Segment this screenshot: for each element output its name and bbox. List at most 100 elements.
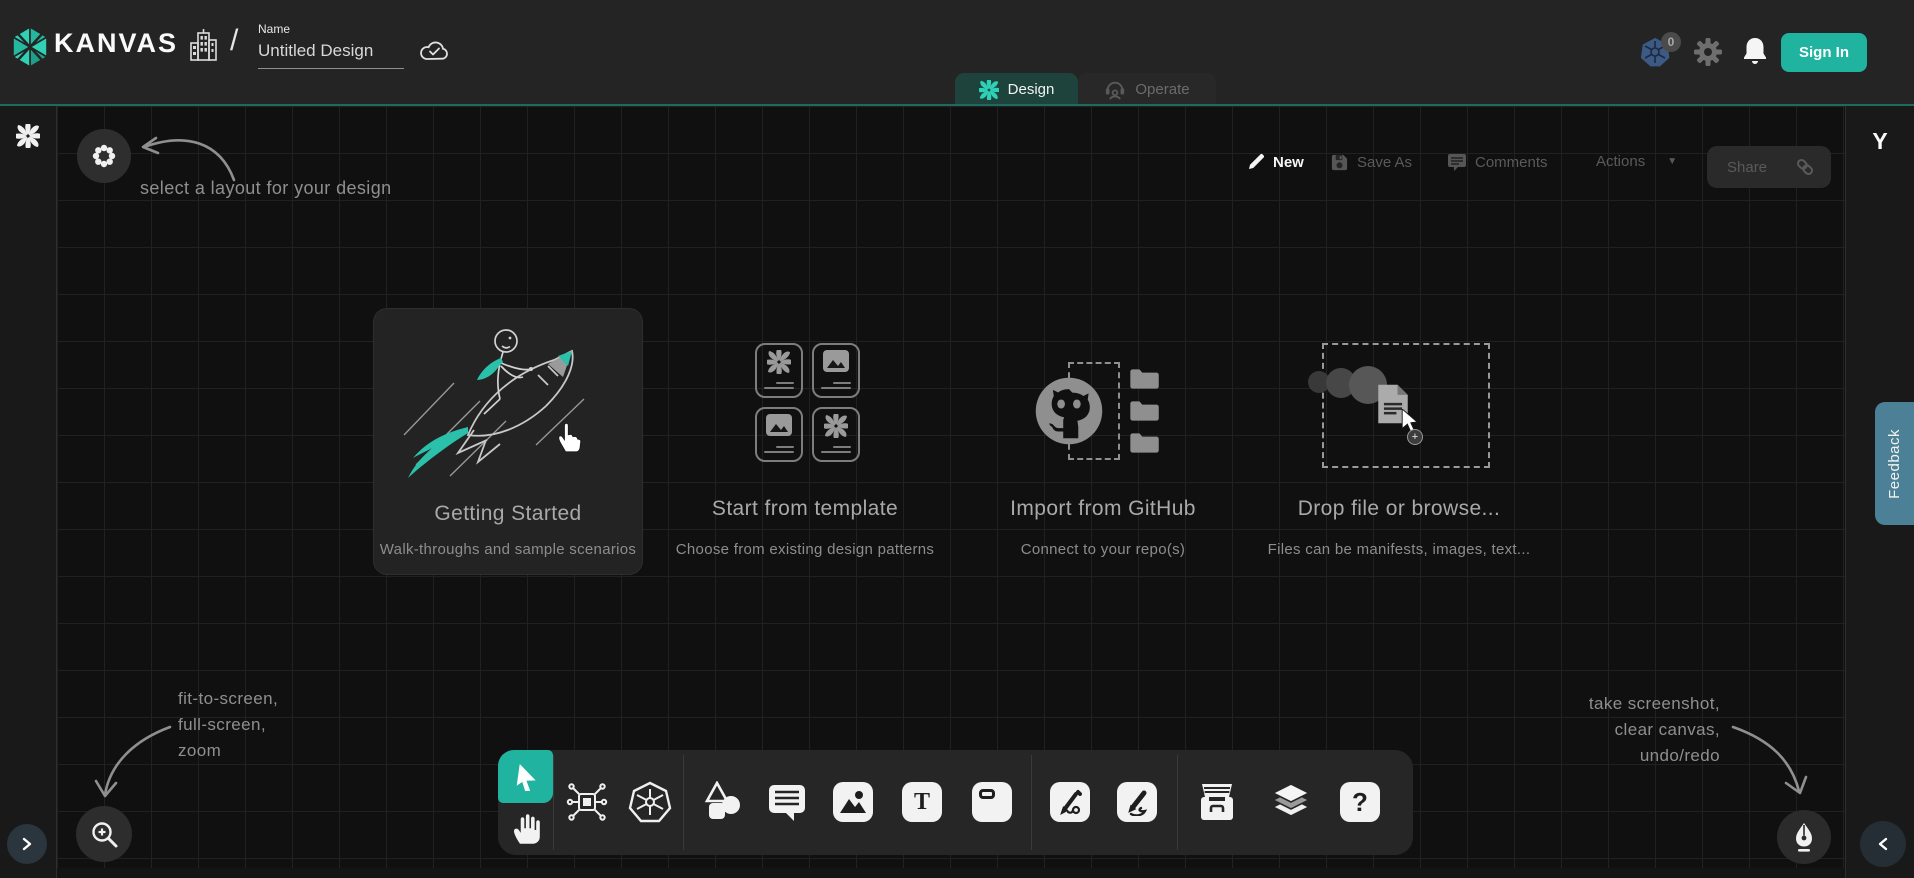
actions-dropdown[interactable]: Actions ▼ (1596, 153, 1677, 170)
shapes-icon (701, 781, 743, 823)
save-icon (1330, 153, 1349, 172)
screenshot-hint-arrow (1725, 715, 1815, 805)
sidebar-pinwheel-icon[interactable] (16, 124, 40, 148)
chevron-right-icon (20, 837, 34, 851)
tool-palette: T (498, 750, 1413, 855)
toolbar-separator (553, 755, 554, 850)
image-icon (766, 414, 792, 436)
layout-hint-arrow (128, 112, 248, 192)
pinwheel-icon (767, 350, 791, 374)
text-tool-icon: T (902, 782, 942, 822)
name-field-label: Name (258, 22, 404, 36)
repo-folder-icon (1128, 368, 1162, 390)
repo-folder-icon (1128, 432, 1162, 454)
getting-started-card[interactable]: Getting Started Walk-throughs and sample… (373, 308, 643, 575)
toolbar-separator (1031, 755, 1032, 850)
hand-icon (510, 809, 542, 845)
mode-tabs: Design Operate (955, 73, 1216, 106)
brand-name: KANVAS (54, 28, 178, 59)
select-tool[interactable] (498, 750, 553, 803)
shapes-tool[interactable] (700, 780, 744, 824)
template-subtitle: Choose from existing design patterns (655, 541, 955, 558)
breadcrumb-separator: / (230, 24, 238, 58)
sign-in-button[interactable]: Sign In (1781, 33, 1867, 72)
notification-count-badge: 0 (1661, 32, 1681, 52)
left-sidebar (0, 106, 57, 878)
image-icon (823, 350, 849, 372)
template-title[interactable]: Start from template (655, 497, 955, 521)
hand-cursor-icon (556, 421, 582, 453)
help-tool[interactable]: ? (1338, 780, 1382, 824)
text-tool[interactable]: T (900, 780, 944, 824)
cloud-saved-icon (418, 38, 450, 62)
template-thumb (812, 343, 860, 398)
layout-flower-icon (90, 142, 118, 170)
screenshot-hint-text: take screenshot, clear canvas, undo/redo (1420, 691, 1720, 769)
pinwheel-icon (824, 414, 848, 438)
new-button[interactable]: New (1247, 153, 1304, 171)
pencil-tool-icon (1117, 782, 1157, 822)
chevron-left-icon (1876, 837, 1890, 851)
pen-tool-icon (1050, 782, 1090, 822)
layout-selector-button[interactable] (77, 129, 131, 183)
toolbar-separator (1177, 755, 1178, 850)
image-tool[interactable] (831, 780, 875, 824)
pan-tool[interactable] (507, 806, 545, 848)
image-tool-icon (833, 782, 873, 822)
magnifier-plus-icon (89, 819, 119, 849)
archive-box-icon (1195, 782, 1239, 822)
architecture-tool[interactable] (565, 780, 609, 824)
zoom-button[interactable] (76, 806, 132, 862)
github-subtitle: Connect to your repo(s) (953, 541, 1253, 558)
drop-title[interactable]: Drop file or browse... (1249, 497, 1549, 521)
kanvas-app: KANVAS / Name (0, 0, 1914, 878)
archive-tool[interactable] (1195, 780, 1239, 824)
pen-nib-icon (1790, 822, 1818, 852)
pencil-tool[interactable] (1115, 780, 1159, 824)
note-tool[interactable] (970, 780, 1014, 824)
design-tab-icon (979, 80, 999, 100)
operate-tab-icon (1104, 79, 1126, 101)
app-header: KANVAS / Name (0, 0, 1914, 106)
plus-badge-icon: + (1407, 429, 1423, 445)
design-name-field: Name (258, 22, 404, 69)
organization-icon[interactable] (188, 28, 218, 64)
right-sidebar-logo: Y (1846, 128, 1914, 155)
kubernetes-wheel-icon (628, 781, 672, 823)
collapse-right-panel-button[interactable] (1860, 821, 1906, 867)
layers-tool[interactable] (1269, 780, 1313, 824)
github-octocat-icon[interactable] (1034, 376, 1104, 446)
layers-stack-icon (1269, 782, 1313, 822)
drop-subtitle: Files can be manifests, images, text... (1249, 541, 1549, 558)
template-thumb (812, 407, 860, 462)
settings-gear-icon[interactable] (1694, 38, 1722, 66)
repo-folder-icon (1128, 400, 1162, 422)
pen-actions-button[interactable] (1777, 810, 1831, 864)
cursor-arrow-icon (513, 763, 539, 791)
template-thumb (755, 343, 803, 398)
design-name-input[interactable] (258, 39, 404, 69)
template-card[interactable] (755, 343, 860, 462)
tab-operate[interactable]: Operate (1078, 73, 1216, 106)
chip-network-icon (566, 781, 608, 823)
notifications-bell-icon[interactable] (1742, 36, 1768, 66)
kanvas-logo-icon (10, 26, 50, 68)
zoom-hint-text: fit-to-screen, full-screen, zoom (178, 686, 278, 764)
comment-tool[interactable] (765, 780, 809, 824)
comments-icon (1447, 153, 1467, 172)
feedback-tab[interactable]: Feedback (1875, 402, 1914, 525)
rocket-illustration (388, 313, 618, 491)
kubernetes-tool[interactable] (628, 780, 672, 824)
kubernetes-status-button[interactable]: 0 (1639, 36, 1691, 72)
share-link-icon (1795, 157, 1815, 177)
save-as-button[interactable]: Save As (1330, 153, 1412, 172)
comment-bubble-icon (766, 782, 808, 822)
tab-design[interactable]: Design (955, 73, 1078, 106)
note-tool-icon (972, 782, 1012, 822)
share-button[interactable]: Share (1707, 146, 1831, 188)
pen-tool[interactable] (1048, 780, 1092, 824)
github-title[interactable]: Import from GitHub (953, 497, 1253, 521)
expand-left-panel-button[interactable] (7, 824, 47, 864)
caret-down-icon: ▼ (1667, 156, 1677, 167)
comments-button[interactable]: Comments (1447, 153, 1548, 172)
